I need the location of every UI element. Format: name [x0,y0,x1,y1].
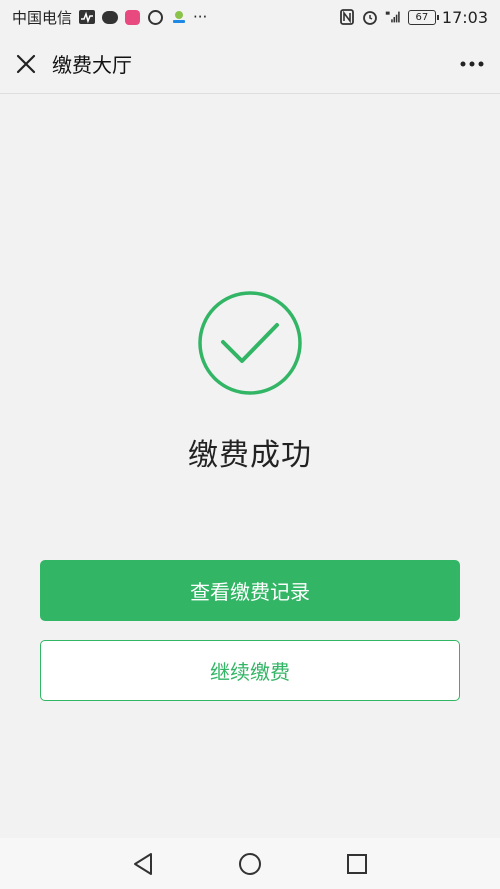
top-nav-bar: 缴费大厅 [0,34,500,94]
back-nav-button[interactable] [128,849,158,879]
nfc-icon [339,9,356,26]
chat-bubble-icon [101,9,118,26]
status-bar: 中国电信 ··· 67 17:03 [0,0,500,34]
game-app-icon [170,9,187,26]
battery-icon: 67 [407,9,439,25]
success-message: 缴费成功 [188,438,312,473]
status-bar-left: 中国电信 ··· [12,7,207,28]
carrier-label: 中国电信 [12,8,73,27]
more-dots-icon [460,61,484,66]
app-notification-icon [124,9,141,26]
activity-icon [78,9,95,26]
close-icon [16,54,36,73]
battery-level: 67 [415,11,429,23]
system-nav-bar [0,838,500,889]
home-circle-icon [238,852,261,875]
close-button[interactable] [0,34,52,94]
recents-nav-button[interactable] [342,849,372,879]
globe-icon [147,9,164,26]
status-bar-right: 67 17:03 [339,8,488,27]
more-options-button[interactable] [444,34,500,94]
recents-square-icon [346,853,367,874]
back-triangle-icon [134,852,153,875]
more-notifications-icon: ··· [193,8,208,26]
signal-4g-icon [385,9,402,26]
continue-payment-button[interactable]: 继续缴费 [40,640,460,701]
alarm-icon [362,9,379,26]
home-nav-button[interactable] [235,849,265,879]
view-payment-records-button[interactable]: 查看缴费记录 [40,560,460,621]
success-check-icon [197,290,303,396]
clock-time: 17:03 [441,7,488,27]
page-title: 缴费大厅 [52,53,132,77]
